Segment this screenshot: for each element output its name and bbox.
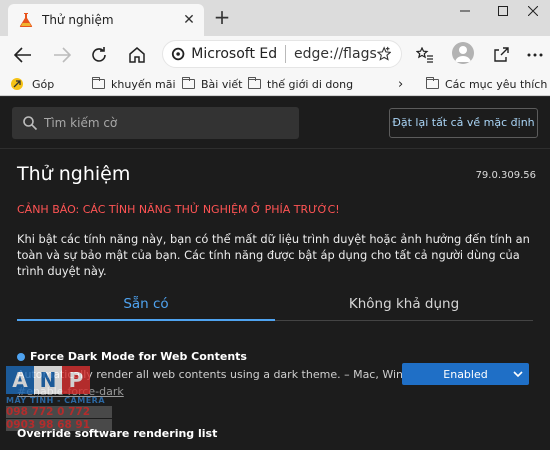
favorite-label: Bài viết xyxy=(201,77,243,91)
toolbar: Microsoft Ed edge://flags xyxy=(0,36,550,72)
forward-button[interactable] xyxy=(51,44,73,66)
favorite-item-bai-viet[interactable]: Bài viết xyxy=(182,75,243,93)
minimize-icon xyxy=(460,10,470,12)
watermark-letter: A xyxy=(6,366,34,394)
search-box[interactable] xyxy=(12,107,299,139)
home-icon xyxy=(129,47,145,63)
edge-logo-icon xyxy=(171,47,185,61)
flag-state-value: Enabled xyxy=(443,367,488,381)
minimize-button[interactable] xyxy=(446,0,484,28)
flask-icon xyxy=(19,13,33,27)
watermark-letter: P xyxy=(62,366,90,394)
watermark-tagline: MÁY TÍNH - CAMERA xyxy=(6,396,106,405)
watermark-letter: N xyxy=(34,366,62,394)
folder-icon xyxy=(182,77,195,89)
favorite-item-other[interactable]: Các mục yêu thích khá xyxy=(426,75,550,93)
tab-close-icon[interactable]: ✕ xyxy=(178,12,200,28)
header-divider xyxy=(0,148,550,149)
tab-unavailable[interactable]: Không khả dụng xyxy=(275,287,533,321)
flag-title: Force Dark Mode for Web Contents xyxy=(17,350,247,363)
arrow-left-icon xyxy=(14,47,31,63)
version-label: 79.0.309.56 xyxy=(475,170,536,181)
favorites-list-icon xyxy=(416,47,433,63)
favorite-label: thế giới di dong xyxy=(267,77,354,91)
refresh-button[interactable] xyxy=(88,44,110,66)
flag-title-text: Force Dark Mode for Web Contents xyxy=(30,350,247,363)
favorite-label: khuyến mãi xyxy=(111,77,176,91)
maximize-icon xyxy=(498,6,508,16)
page-description: Khi bật các tính năng này, bạn có thể mấ… xyxy=(17,232,530,278)
favorite-item-gop[interactable]: Góp xyxy=(10,75,54,93)
more-menu-button[interactable] xyxy=(524,44,546,66)
favorite-item-khuyen-mai[interactable]: khuyến mãi xyxy=(92,75,176,93)
search-icon xyxy=(23,116,38,131)
favorite-label: Các mục yêu thích khá xyxy=(445,77,550,91)
search-input[interactable] xyxy=(44,116,284,130)
address-bar[interactable]: Microsoft Ed edge://flags xyxy=(162,40,402,68)
watermark-logo: A N P MÁY TÍNH - CAMERA 098 772 0 772 09… xyxy=(6,366,112,450)
favorite-item-the-gioi-di-dong[interactable]: thế giới di dong xyxy=(248,75,353,93)
close-window-button[interactable] xyxy=(516,0,550,28)
warning-text: CẢNH BÁO: CÁC TÍNH NĂNG THỬ NGHIỆM Ở PHÍ… xyxy=(17,203,340,216)
ellipsis-icon xyxy=(527,53,543,57)
favorites-button[interactable] xyxy=(414,44,436,66)
watermark-letters: A N P xyxy=(6,366,112,394)
flags-tabs: Sẵn có Không khả dụng xyxy=(0,287,550,321)
folder-icon xyxy=(426,77,439,89)
close-icon xyxy=(527,5,539,17)
chevron-right-icon: › xyxy=(398,76,404,92)
home-button[interactable] xyxy=(126,44,148,66)
tab-title: Thử nghiệm xyxy=(42,13,114,27)
new-tab-button[interactable]: + xyxy=(210,6,234,30)
watermark-phone: 0903 98 68 91 xyxy=(6,419,112,431)
title-bar: Thử nghiệm ✕ + xyxy=(0,0,550,36)
refresh-icon xyxy=(92,47,106,62)
share-button[interactable] xyxy=(490,44,512,66)
browser-tab[interactable]: Thử nghiệm ✕ xyxy=(8,4,204,36)
favorite-star-icon[interactable] xyxy=(376,46,391,62)
address-url[interactable]: edge://flags xyxy=(294,46,377,62)
enabled-dot-icon xyxy=(17,352,25,361)
address-separator xyxy=(285,45,287,63)
user-icon xyxy=(455,46,471,62)
folder-icon xyxy=(92,77,105,89)
pin-icon xyxy=(11,78,23,90)
watermark-phone: 098 772 0 772 xyxy=(6,406,112,418)
arrow-right-icon xyxy=(54,47,71,63)
reset-all-button[interactable]: Đặt lại tất cả về mặc định xyxy=(389,108,538,138)
tab-available[interactable]: Sẵn có xyxy=(17,287,275,321)
share-icon xyxy=(494,47,509,62)
favorites-bar: Góp khuyến mãi Bài viết thế giới di dong… xyxy=(0,72,550,96)
favorite-label: Góp xyxy=(32,77,55,91)
flag-state-select[interactable]: Enabled xyxy=(402,363,529,385)
page-title: Thử nghiệm xyxy=(17,163,131,185)
back-button[interactable] xyxy=(12,44,34,66)
favorites-overflow-button[interactable]: › xyxy=(398,75,403,93)
profile-avatar[interactable] xyxy=(452,42,474,64)
address-brand: Microsoft Ed xyxy=(191,46,278,62)
chevron-down-icon xyxy=(513,371,523,378)
folder-icon xyxy=(248,77,261,89)
